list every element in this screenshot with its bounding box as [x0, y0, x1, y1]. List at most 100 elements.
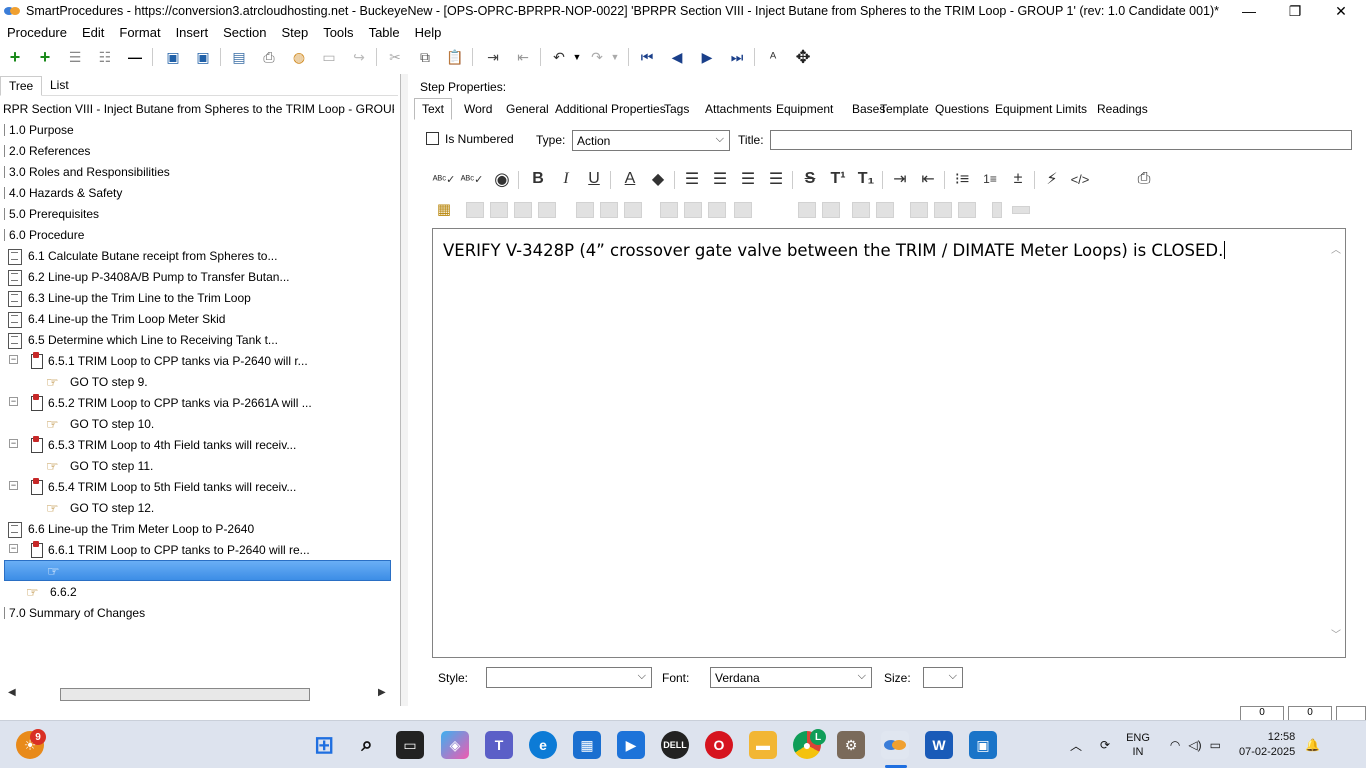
table-tool-icon[interactable] — [910, 202, 928, 218]
table-tool-icon[interactable] — [538, 202, 556, 218]
tree-item[interactable]: 6.5.4 TRIM Loop to 5th Field tanks will … — [28, 476, 296, 497]
language-indicator[interactable]: ENG IN — [1126, 731, 1150, 759]
italic-icon[interactable]: I — [554, 168, 578, 190]
smartprocedures-icon[interactable] — [881, 731, 909, 759]
table-tool-icon[interactable] — [992, 202, 1002, 218]
insert-special-icon[interactable]: ± — [1006, 168, 1030, 190]
align-center-icon[interactable]: ☰ — [708, 168, 732, 190]
teams-icon[interactable]: T — [485, 731, 513, 759]
menu-help[interactable]: Help — [415, 25, 442, 40]
font-select[interactable]: Verdana ⌵ — [710, 667, 872, 688]
close-button[interactable]: ✕ — [1318, 0, 1364, 22]
table-tool-icon[interactable] — [660, 202, 678, 218]
wifi-icon[interactable]: ◠ — [1170, 738, 1180, 752]
spellcheck-all-icon[interactable]: ᴬᴮᶜ✓ — [460, 168, 484, 190]
tree-item[interactable]: 6.2 Line-up P-3408A/B Pump to Transfer B… — [6, 266, 290, 287]
numbered-list-icon[interactable]: 1≡ — [978, 168, 1002, 190]
move-icon[interactable]: ✥ — [792, 46, 814, 68]
menu-step[interactable]: Step — [281, 25, 308, 40]
html-source-icon[interactable]: </> — [1068, 168, 1092, 190]
table-tool-icon[interactable] — [934, 202, 952, 218]
menu-edit[interactable]: Edit — [82, 25, 104, 40]
scroll-left-icon[interactable]: ◀ — [8, 687, 16, 698]
palette-icon[interactable]: ◉ — [490, 168, 514, 190]
tree-item[interactable]: 7.0 Summary of Changes — [4, 602, 145, 623]
collapse-toggle[interactable]: − — [9, 439, 18, 448]
table-tool-icon[interactable] — [1012, 206, 1030, 214]
collapse-toggle[interactable]: − — [9, 397, 18, 406]
tree-horizontal-scrollbar[interactable]: ◀ ▶ — [2, 686, 390, 703]
window-icon[interactable]: ▭ — [318, 46, 340, 68]
task-view-icon[interactable]: ▭ — [396, 731, 424, 759]
tree-item[interactable]: ☞ GO TO step 10. — [46, 413, 154, 434]
table-tool-icon[interactable] — [958, 202, 976, 218]
volume-icon[interactable]: ◁) — [1188, 738, 1201, 752]
print-icon[interactable]: ⎙ — [258, 46, 280, 68]
tab-additional-properties[interactable]: Additional Properties — [555, 98, 666, 120]
windows-start-icon[interactable]: ⊞ — [310, 731, 338, 759]
tab-attachments[interactable]: Attachments — [705, 98, 772, 120]
redo-step-icon[interactable]: ↪ — [348, 46, 370, 68]
align-right-icon[interactable]: ☰ — [736, 168, 760, 190]
tree-item[interactable]: 6.5.1 TRIM Loop to CPP tanks via P-2640 … — [28, 350, 308, 371]
menu-tools[interactable]: Tools — [323, 25, 353, 40]
menu-table[interactable]: Table — [369, 25, 400, 40]
table-tool-icon[interactable] — [708, 202, 726, 218]
menu-insert[interactable]: Insert — [176, 25, 209, 40]
word-icon[interactable]: W — [925, 731, 953, 759]
paste-icon[interactable]: 📋 — [444, 46, 466, 68]
minimize-button[interactable]: — — [1226, 0, 1272, 22]
size-select[interactable]: ⌵ — [923, 667, 963, 688]
table-tool-icon[interactable] — [576, 202, 594, 218]
previous-step-icon[interactable]: ◀ — [666, 46, 688, 68]
opera-icon[interactable]: O — [705, 731, 733, 759]
tree-item[interactable]: 6.5.2 TRIM Loop to CPP tanks via P-2661A… — [28, 392, 312, 413]
tree-item[interactable]: 3.0 Roles and Responsibilities — [4, 161, 170, 182]
menu-procedure[interactable]: Procedure — [7, 25, 67, 40]
tree-item[interactable]: 6.5.3 TRIM Loop to 4th Field tanks will … — [28, 434, 296, 455]
table-tool-icon[interactable] — [466, 202, 484, 218]
collapse-toggle[interactable]: − — [9, 355, 18, 364]
step-text-content[interactable]: VERIFY V-3428P (4” crossover gate valve … — [443, 241, 1226, 260]
scroll-right-icon[interactable]: ▶ — [378, 687, 386, 698]
font-color-icon[interactable]: A — [618, 168, 642, 190]
tab-readings[interactable]: Readings — [1097, 98, 1148, 120]
highlight-icon[interactable]: ◆ — [646, 168, 670, 190]
editor-vertical-scrollbar[interactable]: ︿ ﹀ — [1331, 241, 1343, 641]
insert-table-icon[interactable]: ▦ — [432, 198, 456, 220]
tree-item[interactable]: 6.1 Calculate Butane receipt from Sphere… — [6, 245, 277, 266]
save-icon[interactable]: ▣ — [192, 46, 214, 68]
redo-dropdown-icon[interactable]: ▼ — [604, 46, 626, 68]
tree-item[interactable]: 6.3 Line-up the Trim Line to the Trim Lo… — [6, 287, 251, 308]
superscript-icon[interactable]: T¹ — [826, 168, 850, 190]
tab-equipment-limits[interactable]: Equipment Limits — [995, 98, 1087, 120]
tab-tags[interactable]: Tags — [664, 98, 689, 120]
tree-item[interactable]: ☞ GO TO step 12. — [46, 497, 154, 518]
tab-text[interactable]: Text — [414, 98, 453, 120]
chevron-up-icon[interactable]: ︿ — [1070, 737, 1082, 754]
table-tool-icon[interactable] — [490, 202, 508, 218]
strikethrough-icon[interactable]: S — [798, 168, 822, 190]
tree-item[interactable]: ☞ GO TO step 9. — [46, 371, 148, 392]
tab-equipment[interactable]: Equipment — [776, 98, 833, 120]
tree-root[interactable]: RPR Section VIII - Inject Butane from Sp… — [3, 98, 394, 119]
spellcheck-icon[interactable]: ᴬᴮᶜ✓ — [432, 168, 456, 190]
copilot-icon[interactable]: ◈ — [441, 731, 469, 759]
bullet-list-icon[interactable]: ⁝≡ — [950, 168, 974, 190]
menu-format[interactable]: Format — [119, 25, 160, 40]
outdent-icon[interactable]: ⇤ — [512, 46, 534, 68]
powerautomate-icon[interactable]: ▶ — [617, 731, 645, 759]
copy-icon[interactable]: ⧉ — [414, 46, 436, 68]
tab-tree[interactable]: Tree — [0, 76, 43, 96]
is-numbered-checkbox[interactable] — [426, 132, 439, 145]
table-tool-icon[interactable] — [876, 202, 894, 218]
collapse-icon[interactable]: ☰ — [64, 46, 86, 68]
menu-section[interactable]: Section — [223, 25, 266, 40]
pane-splitter[interactable] — [400, 74, 408, 706]
tree-item-selected[interactable]: ☞ — [4, 560, 391, 581]
file-explorer-icon[interactable]: ▬ — [749, 731, 777, 759]
tab-general[interactable]: General — [506, 98, 549, 120]
dell-icon[interactable]: DELL — [661, 731, 689, 759]
scrollbar-thumb[interactable] — [60, 688, 310, 701]
step-text-editor[interactable]: VERIFY V-3428P (4” crossover gate valve … — [432, 228, 1346, 658]
